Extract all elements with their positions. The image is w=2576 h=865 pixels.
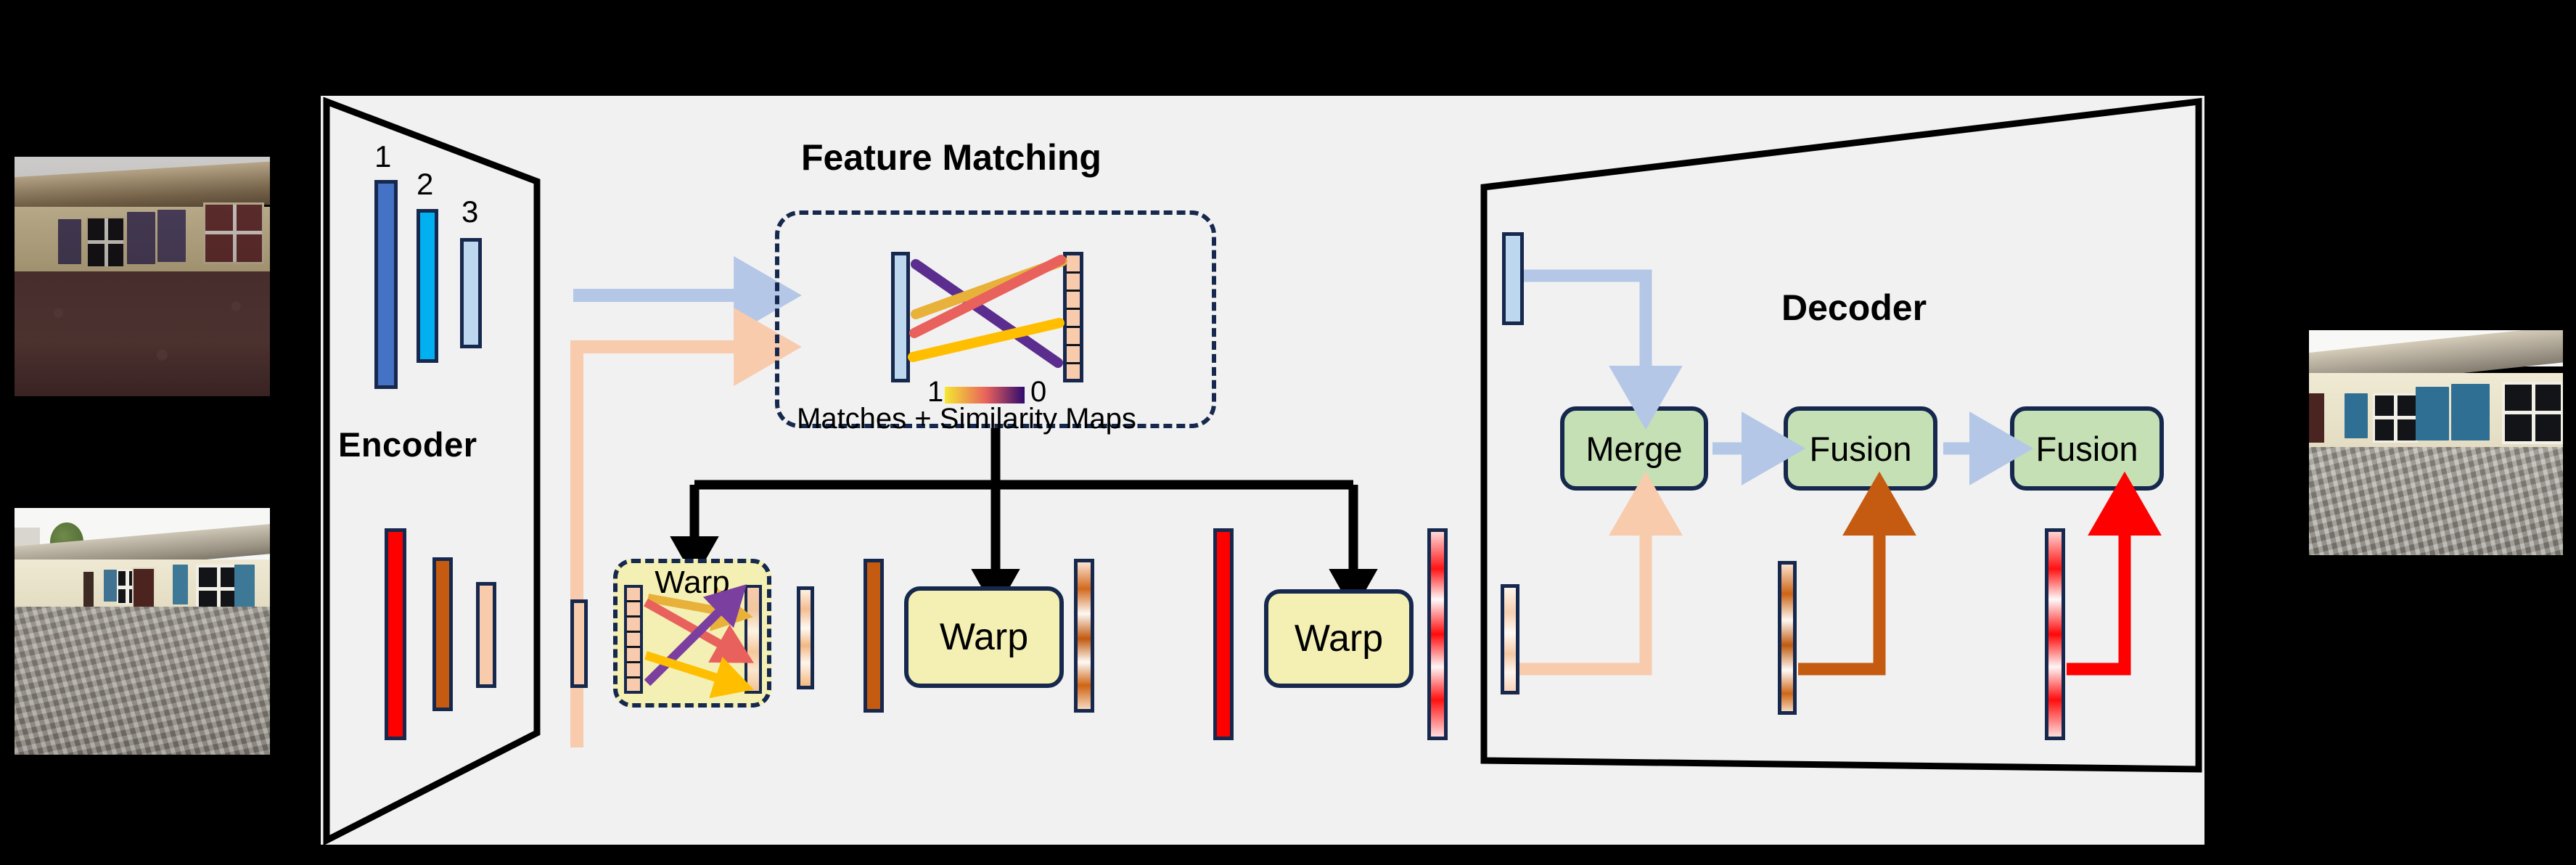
arrow-warped-scale1-to-fusion2 (2067, 471, 2162, 676)
arrow-warped-scale3-to-merge (1519, 471, 1683, 676)
figure-root: Encoder 1 2 3 Feature Matching 1 0 Match… (0, 0, 2576, 865)
arrow-warped-scale2-to-fusion1 (1798, 471, 1916, 676)
arrow-skip-to-merge (1524, 269, 1683, 430)
decoder-arrows (1519, 269, 2162, 676)
